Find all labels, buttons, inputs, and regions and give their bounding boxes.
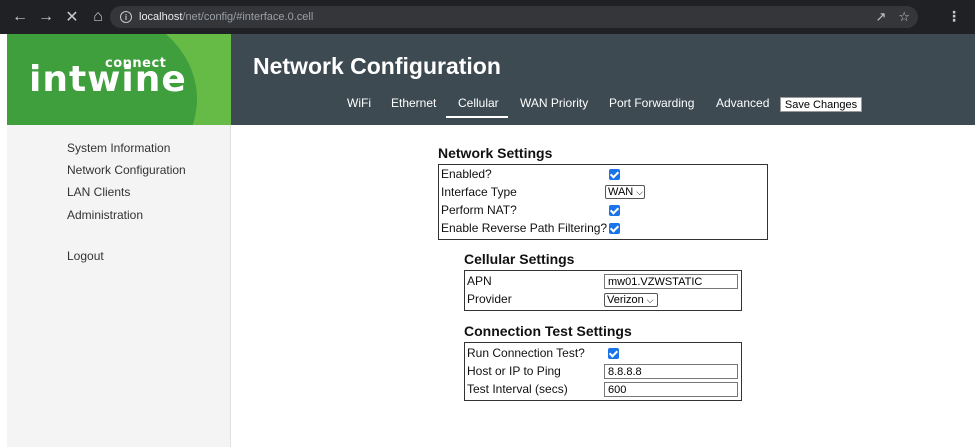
interface-type-value: WAN [608,186,634,198]
sidebar-item-administration[interactable]: Administration [67,208,143,222]
logo-sub: connect [105,56,167,71]
rpf-label: Enable Reverse Path Filtering? [441,221,608,235]
interface-type-select[interactable]: WAN ⌵ [605,185,645,199]
enabled-checkbox[interactable] [609,169,620,180]
provider-label: Provider [467,292,512,306]
sidebar: System Information Network Configuration… [7,125,231,447]
perform-nat-checkbox[interactable] [609,205,620,216]
sidebar-item-network-configuration[interactable]: Network Configuration [67,163,186,177]
main-content: Network Settings Enabled? Interface Type… [232,125,975,447]
page-title: Network Configuration [253,53,501,79]
active-tab-indicator [446,116,508,118]
star-icon[interactable]: ☆ [898,9,910,25]
url-host: localhost [139,11,183,23]
tab-cellular[interactable]: Cellular [458,96,499,110]
header: Network Configuration WiFi Ethernet Cell… [231,34,975,125]
stop-icon[interactable]: ✕ [61,6,83,28]
interval-input[interactable] [604,382,738,397]
enabled-label: Enabled? [441,167,492,181]
menu-icon[interactable]: ⋮ [947,8,961,25]
connection-test-title: Connection Test Settings [464,323,632,339]
tab-advanced[interactable]: Advanced [716,96,769,110]
share-icon[interactable]: ↗ [875,9,886,25]
host-input[interactable] [604,364,738,379]
home-icon[interactable]: ⌂ [87,6,109,28]
tab-wifi[interactable]: WiFi [347,96,371,110]
forward-icon[interactable]: → [35,6,57,28]
address-bar[interactable]: i localhost/net/config/#interface.0.cell… [110,6,918,28]
cellular-settings-title: Cellular Settings [464,251,575,267]
host-label: Host or IP to Ping [467,364,561,378]
cellular-settings-box: APN Provider Verizon⌵ [464,270,742,311]
run-test-checkbox[interactable] [608,348,619,359]
interface-type-label: Interface Type [441,185,517,199]
interval-label: Test Interval (secs) [467,382,568,396]
tab-port-forwarding[interactable]: Port Forwarding [609,96,694,110]
tab-ethernet[interactable]: Ethernet [391,96,436,110]
tab-wan-priority[interactable]: WAN Priority [520,96,588,110]
sidebar-item-logout[interactable]: Logout [67,249,104,263]
apn-label: APN [467,274,492,288]
network-settings-title: Network Settings [438,145,553,161]
save-changes-button[interactable]: Save Changes [780,97,862,112]
sidebar-item-lan-clients[interactable]: LAN Clients [67,185,130,199]
connection-test-box: Run Connection Test? Host or IP to Ping … [464,342,742,401]
apn-input[interactable] [604,274,738,289]
rpf-checkbox[interactable] [609,223,620,234]
logo-area: intwine connect [7,34,231,125]
sidebar-item-system-information[interactable]: System Information [67,141,170,155]
browser-toolbar: ← → ✕ ⌂ i localhost/net/config/#interfac… [0,0,975,34]
url-path: /net/config/#interface.0.cell [182,11,314,23]
provider-value: Verizon [607,294,644,306]
provider-select[interactable]: Verizon ⌵ [604,293,658,307]
perform-nat-label: Perform NAT? [441,203,517,217]
run-test-label: Run Connection Test? [467,346,585,360]
chevron-down-icon: ⌵ [646,294,654,305]
chevron-down-icon: ⌵ [636,186,644,197]
network-settings-box: Enabled? Interface Type WAN ⌵ Perform NAT… [438,164,768,240]
info-icon[interactable]: i [120,11,132,23]
back-icon[interactable]: ← [9,6,31,28]
